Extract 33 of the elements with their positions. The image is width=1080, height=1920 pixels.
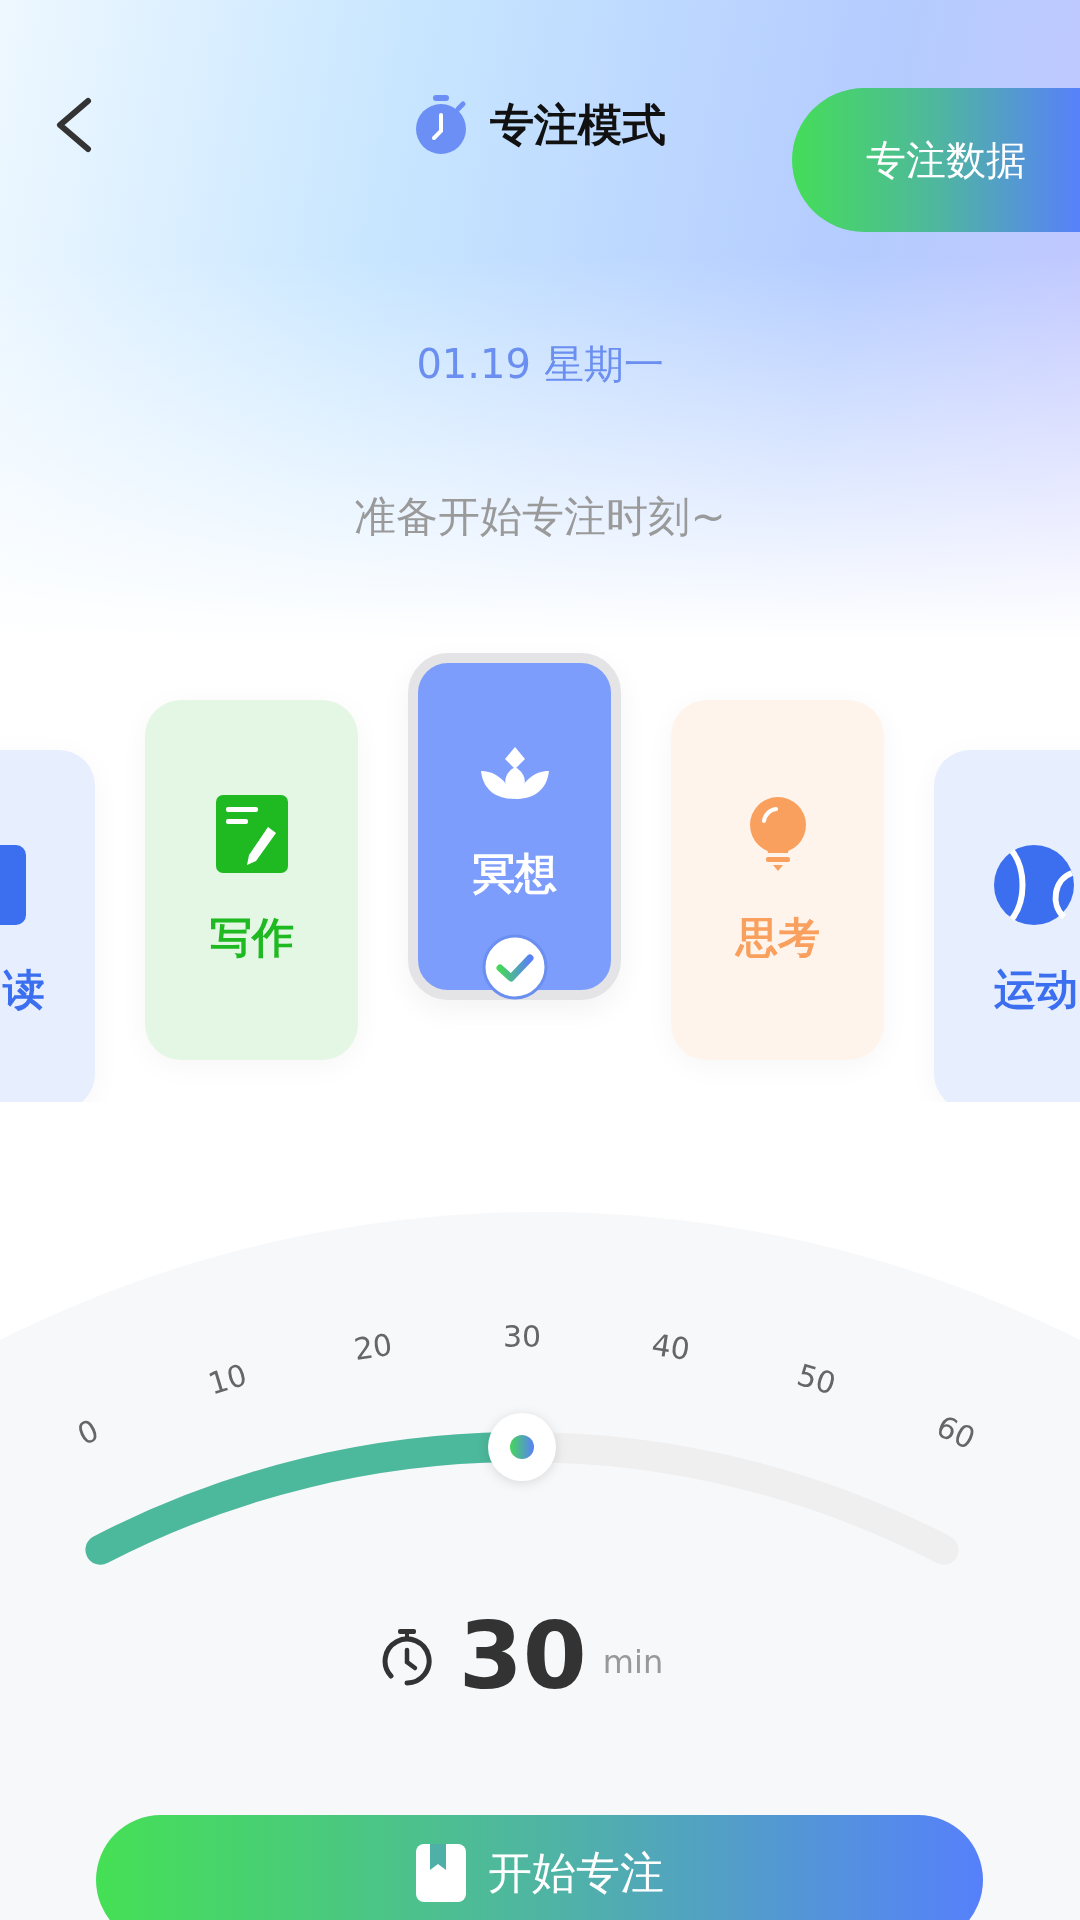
activity-card[interactable]: 运动 [934, 750, 1080, 1102]
card-label: 运动 [994, 965, 1078, 1015]
card-label: 读 [3, 965, 45, 1015]
card-label: 冥想 [472, 849, 557, 899]
stopwatch-icon [414, 95, 468, 155]
activity-card[interactable]: 读 [0, 750, 95, 1102]
focus-data-button[interactable]: 专注数据 [792, 88, 1080, 232]
dial-tick-label: 40 [649, 1326, 693, 1367]
dial-tick-label: 60 [931, 1408, 981, 1457]
date-text: 01.19 星期一 [416, 340, 664, 389]
bookmark-icon [415, 1844, 466, 1902]
start-focus-button[interactable]: 开始专注 [96, 1815, 983, 1920]
dial-tick-label: 20 [351, 1326, 395, 1367]
prompt-text: 准备开始专注时刻~ [354, 491, 726, 543]
dial-tick-label: 0 [71, 1412, 104, 1453]
card-label: 思考 [735, 913, 820, 963]
card-label: 写作 [209, 913, 294, 963]
dial-tick-label: 50 [793, 1356, 840, 1402]
activity-card[interactable]: 写作 [145, 700, 358, 1060]
note-pencil-icon [215, 795, 288, 873]
page-title: 专注模式 [490, 97, 666, 152]
activity-card[interactable]: 思考 [671, 700, 884, 1060]
ball-icon [994, 845, 1074, 925]
slider-thumb[interactable] [488, 1413, 556, 1481]
dial-tick-label: 30 [502, 1318, 542, 1354]
duration-unit: min [602, 1643, 664, 1681]
checkmark-icon [481, 934, 548, 1000]
duration-value: 30 [458, 1602, 587, 1712]
dial-tick-label: 10 [204, 1356, 251, 1402]
light-bulb-icon [747, 795, 808, 873]
lotus-icon [478, 745, 551, 801]
stopwatch-icon [380, 1628, 433, 1686]
activity-card[interactable]: 冥想 [408, 653, 621, 1000]
